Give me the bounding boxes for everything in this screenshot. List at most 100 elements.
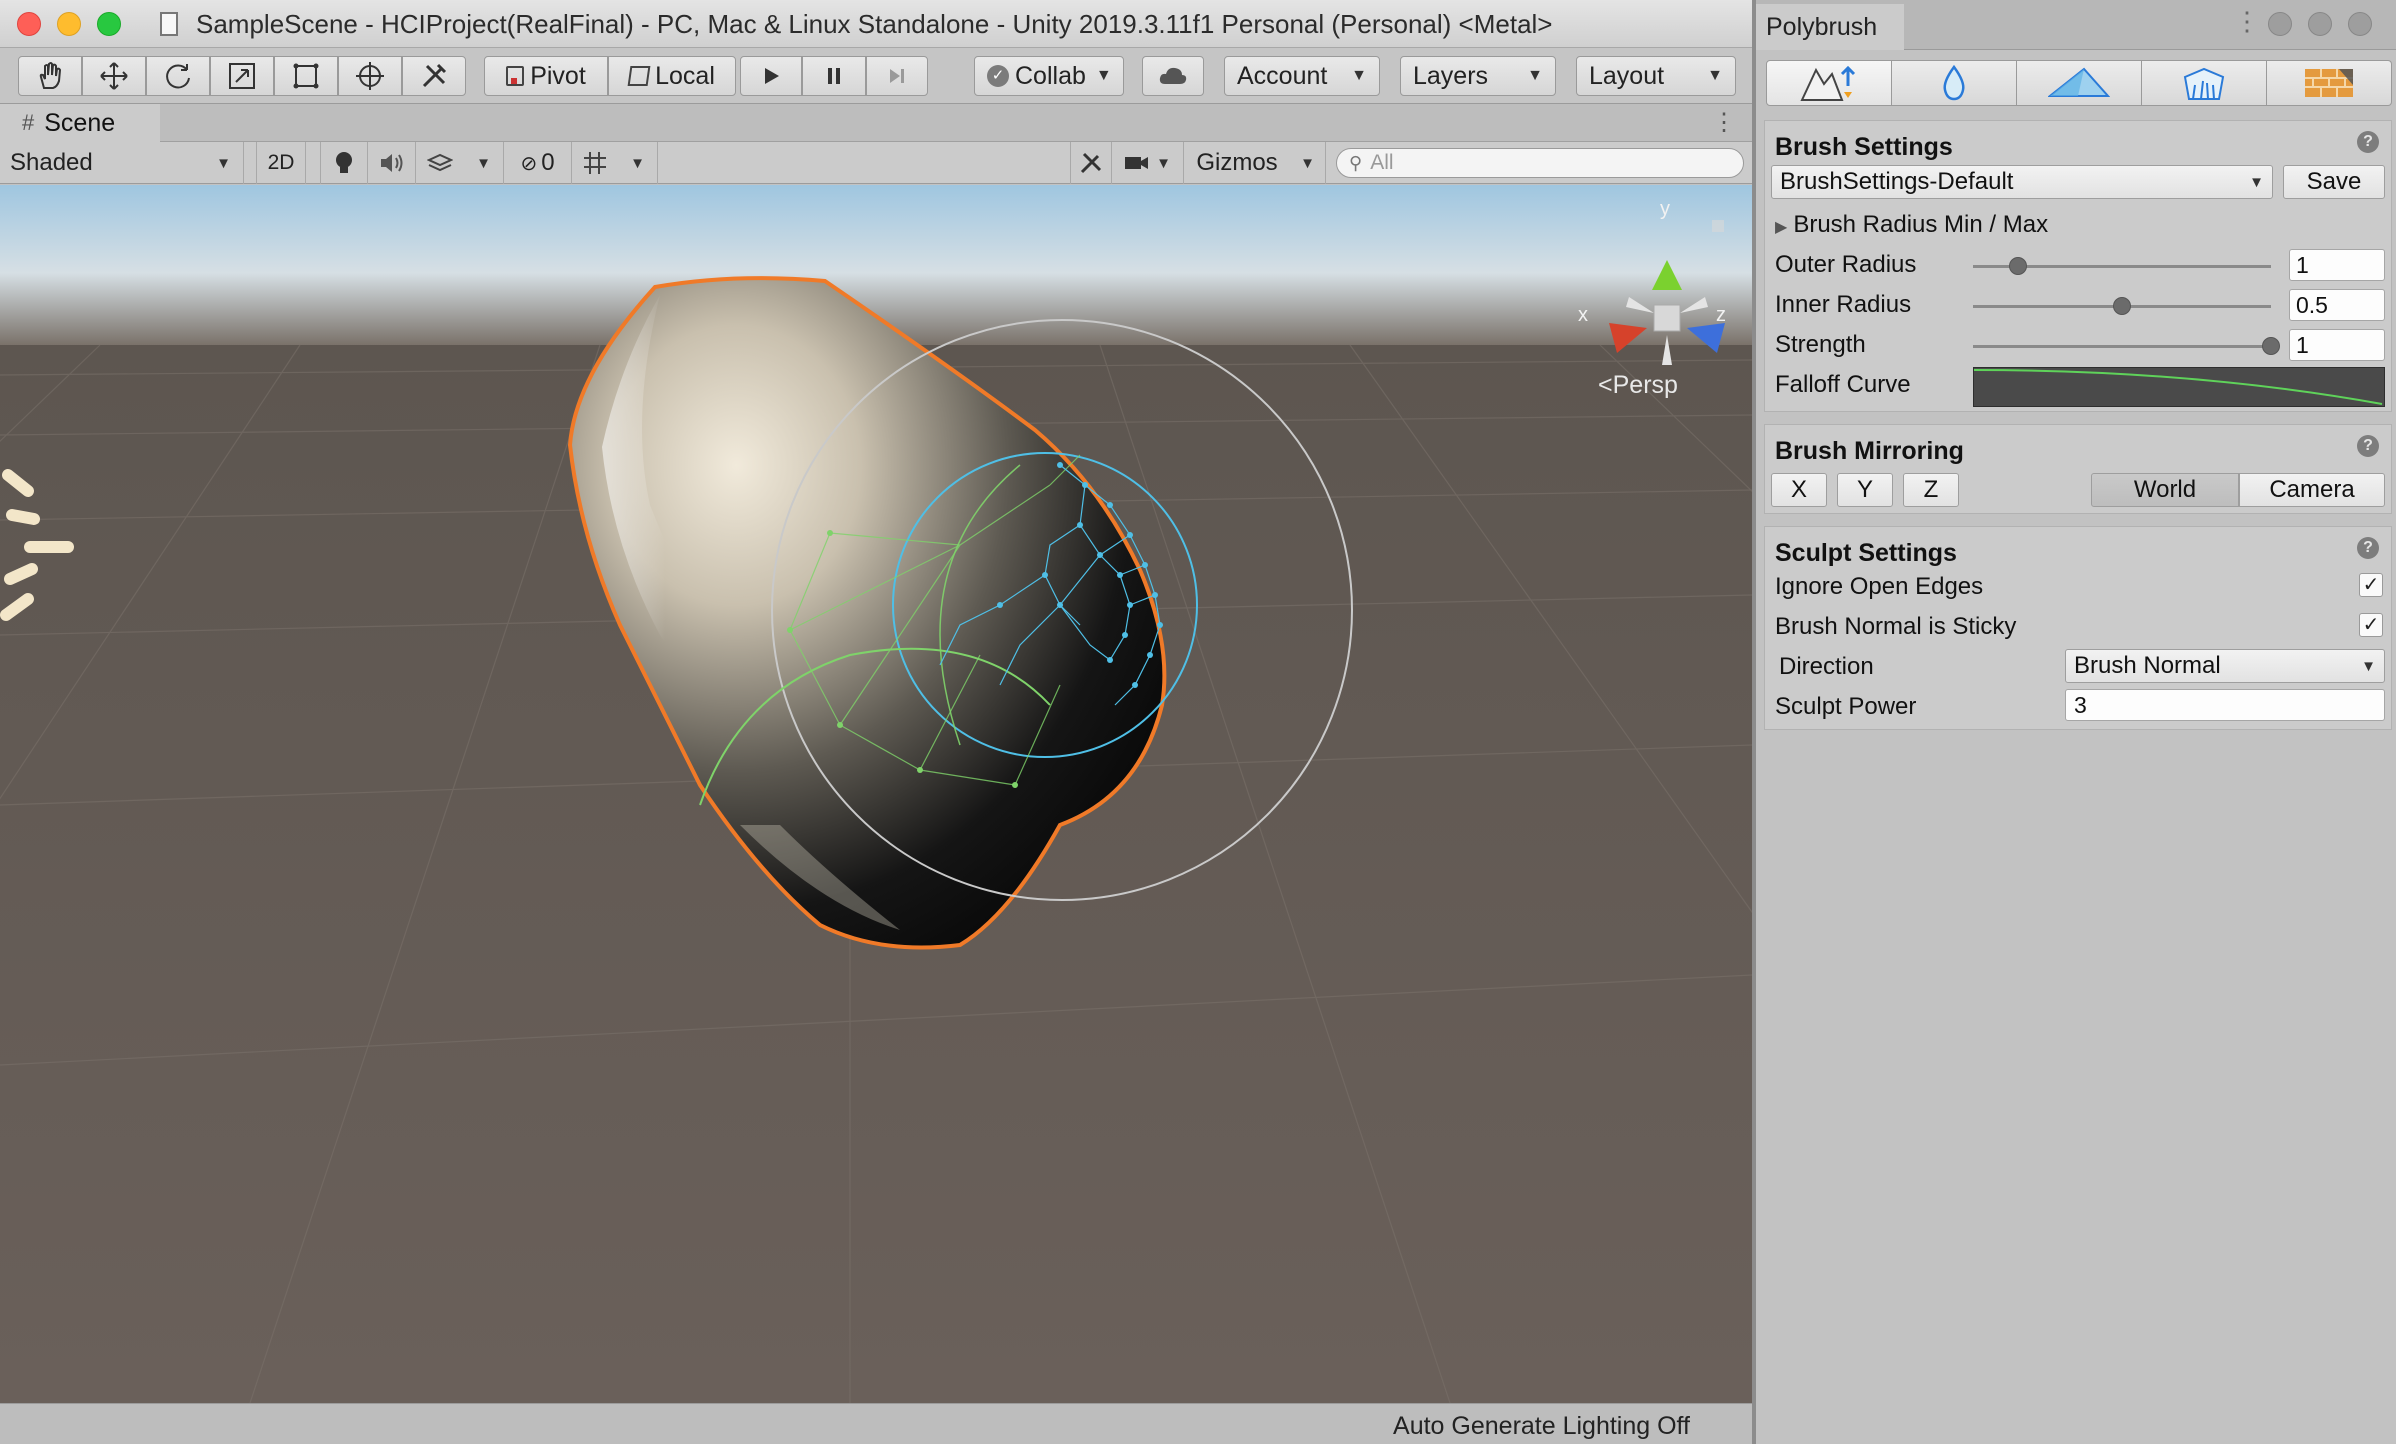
collab-label: Collab bbox=[1015, 61, 1086, 90]
mirror-x-toggle[interactable]: X bbox=[1771, 473, 1827, 507]
cloud-icon bbox=[1159, 67, 1187, 84]
rect-tool-button[interactable] bbox=[274, 56, 338, 96]
effects-toggle-button[interactable] bbox=[416, 142, 464, 184]
transform-tool-icon bbox=[356, 62, 384, 90]
effects-dropdown[interactable]: ▼ bbox=[464, 142, 504, 184]
pivot-toggle-button[interactable]: Pivot bbox=[484, 56, 608, 96]
mirror-space-camera-button[interactable]: Camera bbox=[2239, 473, 2385, 507]
layout-dropdown[interactable]: Layout ▼ bbox=[1576, 56, 1736, 96]
scene-hash-icon: # bbox=[22, 110, 35, 135]
sculpt-mode-button[interactable] bbox=[1766, 60, 1892, 106]
texture-mode-button[interactable] bbox=[2267, 60, 2392, 106]
strength-slider[interactable] bbox=[1973, 345, 2271, 348]
rect-tool-icon bbox=[293, 63, 319, 89]
chevron-down-icon: ▼ bbox=[1707, 67, 1723, 84]
step-button[interactable] bbox=[866, 56, 928, 96]
falloff-curve-field[interactable] bbox=[1973, 367, 2385, 407]
save-brush-button[interactable]: Save bbox=[2283, 165, 2385, 199]
close-panel-button[interactable] bbox=[2268, 12, 2292, 36]
paint-mode-button[interactable] bbox=[2017, 60, 2142, 106]
brush-preset-dropdown[interactable]: BrushSettings-Default ▼ bbox=[1771, 165, 2273, 199]
scene-viewport[interactable]: y x z <Persp bbox=[0, 185, 1752, 1403]
cloud-services-button[interactable] bbox=[1142, 56, 1204, 96]
gizmo-y-label: y bbox=[1660, 198, 1670, 220]
brush-normal-sticky-label: Brush Normal is Sticky bbox=[1775, 613, 2017, 640]
grid-toggle-button[interactable] bbox=[572, 142, 618, 184]
camera-dropdown[interactable]: ▼ bbox=[1112, 142, 1184, 184]
help-icon[interactable]: ? bbox=[2357, 537, 2379, 559]
scale-icon bbox=[229, 63, 255, 89]
sculpt-power-field[interactable]: 3 bbox=[2065, 689, 2385, 721]
draw-mode-dropdown[interactable]: Shaded ▼ bbox=[0, 142, 244, 184]
scene-search-input[interactable]: ⚲ All bbox=[1336, 148, 1744, 178]
outer-radius-field[interactable]: 1 bbox=[2289, 249, 2385, 281]
unity-editor-window: SampleScene - HCIProject(RealFinal) - PC… bbox=[0, 0, 1752, 1444]
grid-dropdown[interactable]: ▼ bbox=[618, 142, 658, 184]
section-title: Brush Mirroring bbox=[1775, 437, 1964, 465]
brush-radius-foldout[interactable]: ▶ Brush Radius Min / Max bbox=[1775, 211, 2048, 239]
collab-dropdown[interactable]: ✓ Collab ▼ bbox=[974, 56, 1124, 96]
direction-dropdown[interactable]: Brush Normal ▼ bbox=[2065, 649, 2385, 683]
close-window-button[interactable] bbox=[17, 12, 41, 36]
scale-tool-button[interactable] bbox=[210, 56, 274, 96]
inner-radius-slider-thumb[interactable] bbox=[2113, 297, 2131, 315]
rotate-tool-button[interactable] bbox=[146, 56, 210, 96]
mirror-space-world-button[interactable]: World bbox=[2091, 473, 2239, 507]
local-toggle-button[interactable]: Local bbox=[608, 56, 736, 96]
maximize-panel-button[interactable] bbox=[2348, 12, 2372, 36]
kebab-menu-icon[interactable]: ⋮ bbox=[1712, 108, 1736, 137]
kebab-menu-icon[interactable]: ⋮ bbox=[2234, 6, 2260, 37]
inner-radius-field[interactable]: 0.5 bbox=[2289, 289, 2385, 321]
falloff-curve-label: Falloff Curve bbox=[1775, 371, 1911, 398]
scene-view-toolbar: Shaded ▼ 2D ▼ ⊘ 0 ▼ ▼ Gizmos ▼ ⚲ All bbox=[0, 142, 1752, 184]
sculpt-mode-icon bbox=[1800, 65, 1856, 101]
layers-label: Layers bbox=[1413, 61, 1489, 90]
move-tool-button[interactable] bbox=[82, 56, 146, 96]
transform-tool-button[interactable] bbox=[338, 56, 402, 96]
2d-toggle-button[interactable]: 2D bbox=[256, 142, 306, 184]
outer-radius-slider-thumb[interactable] bbox=[2008, 257, 2027, 275]
layers-dropdown[interactable]: Layers ▼ bbox=[1400, 56, 1556, 96]
scene-render: y x z bbox=[0, 185, 1752, 1403]
account-dropdown[interactable]: Account ▼ bbox=[1224, 56, 1380, 96]
lighting-status-text: Auto Generate Lighting Off bbox=[1393, 1412, 1690, 1440]
hand-tool-button[interactable] bbox=[18, 56, 82, 96]
mirror-y-toggle[interactable]: Y bbox=[1837, 473, 1893, 507]
pause-button[interactable] bbox=[802, 56, 866, 96]
minimize-panel-button[interactable] bbox=[2308, 12, 2332, 36]
help-icon[interactable]: ? bbox=[2357, 435, 2379, 457]
help-icon[interactable]: ? bbox=[2357, 131, 2379, 153]
tools-icon bbox=[1080, 152, 1102, 174]
chevron-down-icon: ▼ bbox=[2249, 173, 2264, 191]
play-button[interactable] bbox=[740, 56, 802, 96]
projection-toggle[interactable]: <Persp bbox=[1598, 371, 1678, 400]
brush-normal-sticky-checkbox[interactable]: ✓ bbox=[2359, 613, 2383, 637]
custom-tool-button[interactable] bbox=[402, 56, 466, 96]
minimize-window-button[interactable] bbox=[57, 12, 81, 36]
custom-tool-icon bbox=[422, 63, 447, 88]
lighting-toggle-button[interactable] bbox=[320, 142, 368, 184]
audio-toggle-button[interactable] bbox=[368, 142, 416, 184]
gizmo-lock-icon[interactable] bbox=[1712, 220, 1724, 232]
projection-label: Persp bbox=[1612, 371, 1678, 399]
hidden-objects-toggle[interactable]: ⊘ 0 bbox=[504, 142, 572, 184]
strength-slider-thumb[interactable] bbox=[2262, 337, 2280, 355]
draw-mode-label: Shaded bbox=[10, 149, 93, 176]
maximize-window-button[interactable] bbox=[97, 12, 121, 36]
tab-scene[interactable]: # Scene bbox=[0, 104, 160, 142]
ignore-open-edges-checkbox[interactable]: ✓ bbox=[2359, 573, 2383, 597]
main-toolbar: Pivot Local ✓ Collab ▼ Account ▼ Layers … bbox=[0, 48, 1752, 104]
tab-polybrush[interactable]: Polybrush bbox=[1756, 4, 1904, 50]
mirror-z-toggle[interactable]: Z bbox=[1903, 473, 1959, 507]
gizmos-button[interactable]: Gizmos bbox=[1184, 142, 1290, 184]
gizmo-center-cube[interactable] bbox=[1653, 304, 1681, 332]
chevron-down-icon: ▼ bbox=[1156, 154, 1171, 172]
smooth-mode-button[interactable] bbox=[1892, 60, 2017, 106]
prefab-mode-button[interactable] bbox=[2142, 60, 2267, 106]
chevron-down-icon: ▼ bbox=[1527, 67, 1543, 84]
move-icon bbox=[100, 62, 128, 90]
tools-toggle-button[interactable] bbox=[1070, 142, 1112, 184]
gizmos-dropdown[interactable]: ▼ bbox=[1290, 142, 1326, 184]
chevron-down-icon: ▼ bbox=[1351, 67, 1367, 84]
strength-field[interactable]: 1 bbox=[2289, 329, 2385, 361]
